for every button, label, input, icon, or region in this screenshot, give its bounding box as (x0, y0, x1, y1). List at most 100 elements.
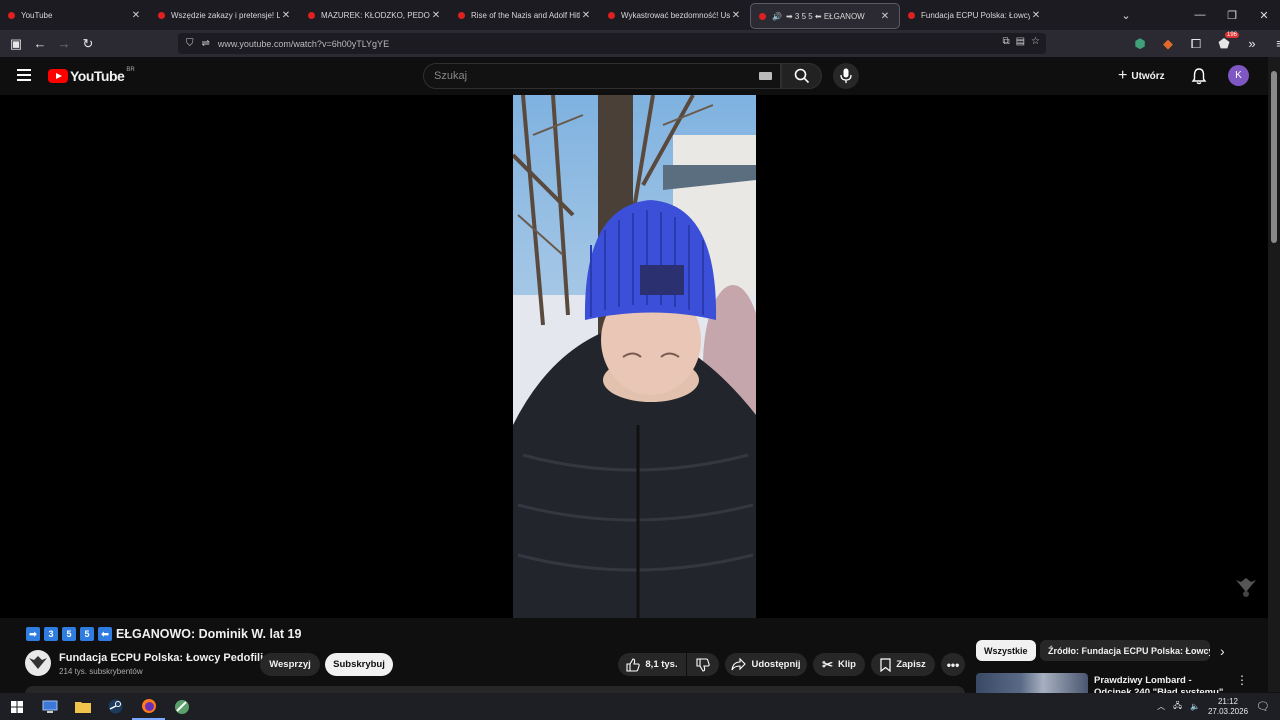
voice-search-button[interactable] (833, 63, 859, 89)
browser-toolbar: ▣ ← → ↻ ⛉ ⇌ www.youtube.com/watch?v=6h00… (0, 30, 1280, 57)
close-tab-icon[interactable]: ✕ (280, 10, 292, 21)
browser-tab[interactable]: Wykastrować bezdomność! Ust ✕ (600, 0, 750, 30)
reader-view-icon[interactable]: ▤ (1016, 36, 1025, 47)
tab-list-chevron-icon[interactable]: ⌄ (1110, 9, 1142, 22)
browser-tab[interactable]: MAZUREK: KŁODZKO, PEDOFILI✕ (300, 0, 450, 30)
recommendation-title[interactable]: Prawdziwy Lombard - Odcinek 240 "Błąd sy… (1094, 675, 1229, 693)
file-explorer-icon[interactable] (66, 693, 99, 720)
video-title-text: EŁGANOWO: Dominik W. lat 19 (116, 627, 302, 641)
browser-tab-active[interactable]: 🔊 ➡ 3 5 5 ⬅ EŁGANOW ✕ (750, 3, 900, 29)
video-title: ➡ 3 5 5 ⬅ EŁGANOWO: Dominik W. lat 19 (26, 627, 301, 641)
back-icon[interactable]: ← (28, 36, 52, 51)
notifications-bell-icon[interactable] (1190, 67, 1208, 85)
close-window-icon[interactable]: ✕ (1248, 9, 1280, 22)
site-permissions-icon[interactable]: ⇌ (202, 38, 210, 49)
video-content-image (513, 95, 756, 618)
channel-avatar[interactable] (25, 650, 51, 676)
browser-tab[interactable]: Fundacja ECPU Polska: Łowcy P ✕ (900, 0, 1050, 30)
close-tab-icon[interactable]: ✕ (130, 10, 142, 21)
chip-source[interactable]: Źródło: Fundacja ECPU Polska: Łowcy (1040, 640, 1210, 661)
shield-icon[interactable]: ⛉ (186, 38, 194, 49)
scrollbar-thumb[interactable] (1271, 71, 1277, 243)
search-input[interactable]: Szukaj (423, 63, 781, 89)
firefox-icon[interactable] (132, 693, 165, 720)
title-keycap: ⬅ (98, 627, 112, 641)
monitor-app-icon[interactable] (33, 693, 66, 720)
more-tools-icon[interactable]: » (1240, 36, 1264, 51)
browser-tab[interactable]: Wszędzie zakazy i pretensje! Lu ✕ (150, 0, 300, 30)
subscribe-button[interactable]: Subskrybuj (325, 653, 393, 676)
save-label: Zapisz (896, 659, 926, 670)
close-tab-icon[interactable]: ✕ (1030, 10, 1042, 21)
ublock-icon[interactable]: ⬟ 196 (1212, 31, 1239, 52)
chip-all[interactable]: Wszystkie (976, 640, 1036, 661)
extension-fox-icon[interactable]: ◆ (1156, 36, 1180, 52)
url-bar[interactable]: ⛉ ⇌ www.youtube.com/watch?v=6h00yTLYgYE … (178, 33, 1046, 54)
sidebar-toggle-icon[interactable]: ▣ (4, 36, 28, 52)
more-vertical-icon[interactable]: ⋮ (1236, 673, 1248, 687)
create-button[interactable]: + Utwórz (1118, 67, 1165, 85)
close-tab-icon[interactable]: ✕ (430, 10, 442, 21)
close-tab-icon[interactable]: ✕ (730, 10, 742, 21)
forward-icon[interactable]: → (52, 36, 76, 51)
more-actions-button[interactable]: ••• (941, 653, 965, 676)
network-icon[interactable]: 🖧 (1173, 700, 1182, 714)
title-keycap: 5 (80, 627, 94, 641)
chevron-right-icon[interactable]: › (1220, 643, 1225, 659)
windows-start-icon[interactable] (0, 693, 33, 720)
browser-tab-strip: YouTube ✕ Wszędzie zakazy i pretensje! Lu… (0, 0, 1280, 30)
account-avatar[interactable]: K (1228, 65, 1249, 86)
share-button[interactable]: Udostępnij (725, 653, 807, 676)
channel-watermark-icon[interactable] (1233, 574, 1259, 600)
clock-time: 21:12 (1217, 696, 1239, 706)
extension-shield-icon[interactable]: ⬢ (1128, 36, 1152, 52)
thumbs-down-icon (696, 657, 710, 672)
youtube-logo[interactable]: YouTube BR (48, 67, 135, 84)
save-button[interactable]: Zapisz (871, 653, 935, 676)
logo-wordmark: YouTube (70, 68, 125, 84)
reload-icon[interactable]: ↻ (76, 36, 100, 52)
clock[interactable]: 21:12 27.03.2026 (1208, 697, 1248, 717)
support-button[interactable]: Wesprzyj (260, 653, 320, 676)
clip-label: Klip (837, 659, 856, 670)
volume-icon[interactable]: 🔈 (1190, 702, 1200, 711)
dislike-button[interactable] (687, 653, 719, 676)
browser-tab[interactable]: Rise of the Nazis and Adolf Hitl ✕ (450, 0, 600, 30)
browser-tab[interactable]: YouTube ✕ (0, 0, 150, 30)
keyboard-icon[interactable] (759, 72, 772, 80)
search-placeholder: Szukaj (434, 70, 468, 82)
search-button[interactable] (781, 63, 822, 89)
tab-title: ➡ 3 5 5 ⬅ EŁGANOW (785, 11, 865, 21)
channel-logo-icon (29, 656, 47, 669)
hamburger-menu-icon[interactable] (17, 69, 31, 81)
youtube-favicon-icon (608, 11, 615, 19)
channel-name[interactable]: Fundacja ECPU Polska: Łowcy Pedofili (59, 652, 263, 664)
title-keycap: 5 (62, 627, 76, 641)
scissors-icon: ✂ (822, 656, 833, 672)
tray-expand-icon[interactable]: ︿ (1157, 701, 1165, 712)
video-frame[interactable] (513, 95, 756, 618)
minimize-icon[interactable]: — (1184, 9, 1216, 21)
picture-in-picture-icon[interactable]: ⧉ (1002, 36, 1009, 47)
tab-title: YouTube (21, 10, 53, 20)
page-scrollbar[interactable] (1268, 57, 1280, 692)
steam-icon[interactable] (99, 693, 132, 720)
close-tab-icon[interactable]: ✕ (580, 10, 592, 21)
speaker-icon[interactable]: 🔊 (772, 12, 782, 21)
bookmark-star-icon[interactable]: ☆ (1031, 36, 1040, 47)
tab-title: MAZUREK: KŁODZKO, PEDOFILI (321, 10, 430, 20)
network-tool-icon[interactable] (165, 693, 198, 720)
notification-center-icon[interactable]: 🗨 (1256, 700, 1270, 713)
extensions-puzzle-icon[interactable]: ⧠ (1184, 36, 1208, 52)
clip-button[interactable]: ✂ Klip (813, 653, 865, 676)
video-player[interactable] (0, 95, 1268, 618)
close-tab-icon[interactable]: ✕ (879, 11, 891, 22)
like-button[interactable]: 8,1 tys. (618, 653, 686, 676)
menu-icon[interactable]: ≡ (1268, 36, 1280, 51)
logo-region: BR (126, 67, 135, 73)
clock-date: 27.03.2026 (1207, 706, 1249, 716)
restore-icon[interactable]: ❐ (1216, 9, 1248, 22)
bookmark-icon (880, 657, 891, 672)
plus-icon: + (1118, 67, 1128, 84)
recommendation-thumbnail[interactable] (976, 673, 1088, 693)
